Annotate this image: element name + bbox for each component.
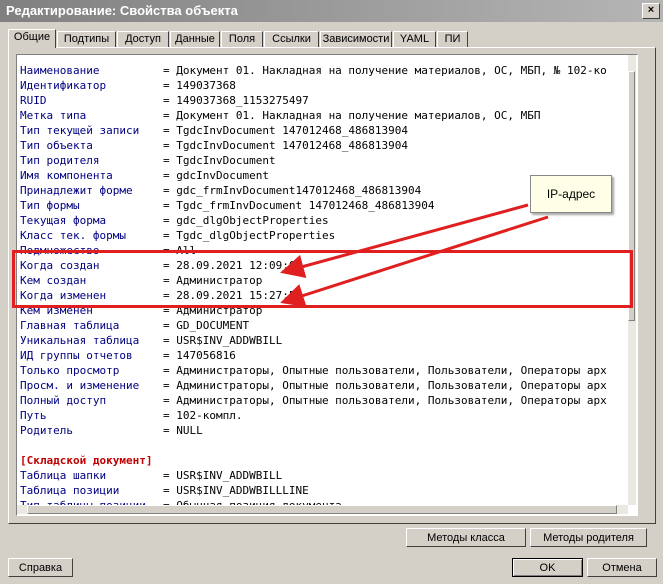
- parent-methods-button[interactable]: Методы родителя: [530, 528, 647, 547]
- property-value: = Администраторы, Опытные пользователи, …: [163, 379, 607, 392]
- property-key: Тип текущей записи: [20, 124, 140, 137]
- property-value: = USR$INV_ADDWBILL: [163, 334, 283, 347]
- property-key: ИД группы отчетов: [20, 349, 133, 362]
- property-key: Тип объекта: [20, 139, 93, 152]
- section-title: [Складской документ]: [20, 454, 153, 467]
- tab-6[interactable]: Зависимости: [320, 31, 392, 48]
- property-key: Метка типа: [20, 109, 87, 122]
- property-key: Главная таблица: [20, 319, 120, 332]
- property-value: = USR$INV_ADDWBILL: [163, 469, 283, 482]
- property-value: = Обычная позиция документа: [163, 498, 342, 505]
- property-value: = Tgdc_dlgObjectProperties: [163, 229, 336, 242]
- property-key: Таблица шапки: [20, 469, 107, 482]
- cancel-button[interactable]: Отмена: [587, 558, 657, 577]
- property-value: = 149037368_1153275497: [163, 94, 309, 107]
- property-key: Имя компонента: [20, 169, 113, 182]
- tab-0[interactable]: Общие: [8, 29, 56, 48]
- property-value: = Документ 01. Накладная на получение ма…: [163, 109, 541, 122]
- property-key: Просм. и изменение: [20, 379, 140, 392]
- property-key: Класс тек. формы: [20, 229, 126, 242]
- close-icon: ×: [647, 4, 655, 16]
- horizontal-scroll-thumb[interactable]: [27, 505, 617, 514]
- property-value: = USR$INV_ADDWBILLLINE: [163, 484, 309, 497]
- property-value: = gdcInvDocument: [163, 169, 269, 182]
- tab-4[interactable]: Поля: [221, 31, 263, 48]
- highlight-box: [12, 250, 633, 308]
- property-key: Только просмотр: [20, 364, 120, 377]
- tab-1[interactable]: Подтипы: [57, 31, 116, 48]
- property-value: = gdc_dlgObjectProperties: [163, 214, 329, 227]
- property-key: RUID: [20, 94, 47, 107]
- property-value: = 102-компл.: [163, 409, 243, 422]
- property-key: Родитель: [20, 424, 73, 437]
- help-button[interactable]: Справка: [8, 558, 73, 577]
- property-value: = TgdcInvDocument 147012468_486813904: [163, 139, 409, 152]
- tab-5[interactable]: Ссылки: [264, 31, 319, 48]
- ok-button[interactable]: OK: [512, 558, 583, 577]
- property-key: Тип таблицы позиции: [20, 498, 146, 505]
- close-button[interactable]: ×: [642, 3, 660, 19]
- property-value: = NULL: [163, 424, 203, 437]
- property-value: = Tgdc_frmInvDocument 147012468_48681390…: [163, 199, 435, 212]
- window-title: Редактирование: Свойства объекта: [6, 3, 238, 18]
- property-key: Тип родителя: [20, 154, 100, 167]
- property-value: = gdc_frmInvDocument147012468_486813904: [163, 184, 422, 197]
- property-key: Тип формы: [20, 199, 80, 212]
- property-key: Таблица позиции: [20, 484, 120, 497]
- tab-7[interactable]: YAML: [393, 31, 436, 48]
- tab-8[interactable]: ПИ: [437, 31, 468, 48]
- property-value: = Документ 01. Накладная на получение ма…: [163, 64, 607, 77]
- tab-2[interactable]: Доступ: [117, 31, 169, 48]
- title-bar: Редактирование: Свойства объекта ×: [0, 0, 663, 22]
- property-key: Путь: [20, 409, 47, 422]
- annotation-callout: IP-адрес: [530, 175, 612, 213]
- horizontal-scrollbar[interactable]: [17, 505, 628, 514]
- property-key: Текущая форма: [20, 214, 107, 227]
- property-value: = TgdcInvDocument 147012468_486813904: [163, 124, 409, 137]
- property-value: = Администраторы, Опытные пользователи, …: [163, 364, 607, 377]
- class-methods-button[interactable]: Методы класса: [406, 528, 526, 547]
- tab-3[interactable]: Данные: [170, 31, 220, 48]
- property-key: Полный доступ: [20, 394, 107, 407]
- property-key: Идентификатор: [20, 79, 107, 92]
- property-key: Наименование: [20, 64, 100, 77]
- property-value: = 147056816: [163, 349, 236, 362]
- property-value: = GD_DOCUMENT: [163, 319, 250, 332]
- property-key: Уникальная таблица: [20, 334, 140, 347]
- property-value: = Администраторы, Опытные пользователи, …: [163, 394, 607, 407]
- property-value: = TgdcInvDocument: [163, 154, 276, 167]
- property-key: Принадлежит форме: [20, 184, 133, 197]
- property-value: = 149037368: [163, 79, 236, 92]
